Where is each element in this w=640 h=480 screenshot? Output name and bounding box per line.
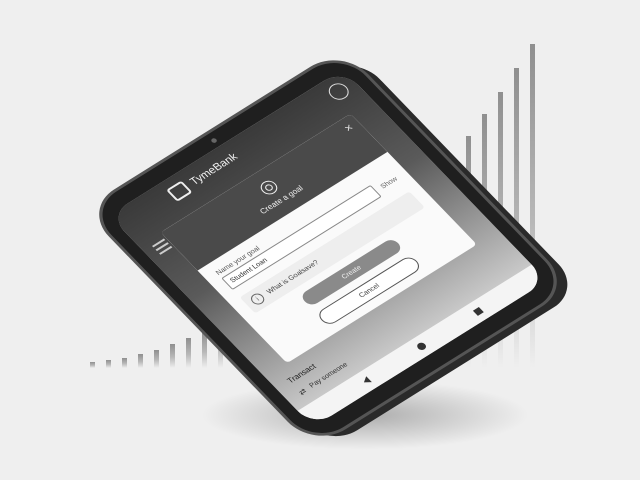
bar [170,344,175,368]
bar [138,354,143,368]
target-icon [256,177,282,197]
show-link[interactable]: Show [379,176,399,190]
nav-home-icon[interactable] [415,341,429,352]
camera-icon [210,137,218,144]
bar [106,360,111,368]
info-icon: i [248,291,267,307]
nav-back-icon[interactable] [361,376,372,386]
bar [154,350,159,368]
bar [530,44,535,368]
nav-recent-icon[interactable] [472,306,484,316]
bar [514,68,519,368]
bar [90,362,95,368]
bar [122,358,127,368]
bar [186,338,191,368]
bar [202,332,207,368]
logo-icon [165,180,193,202]
close-icon[interactable]: × [341,121,357,135]
